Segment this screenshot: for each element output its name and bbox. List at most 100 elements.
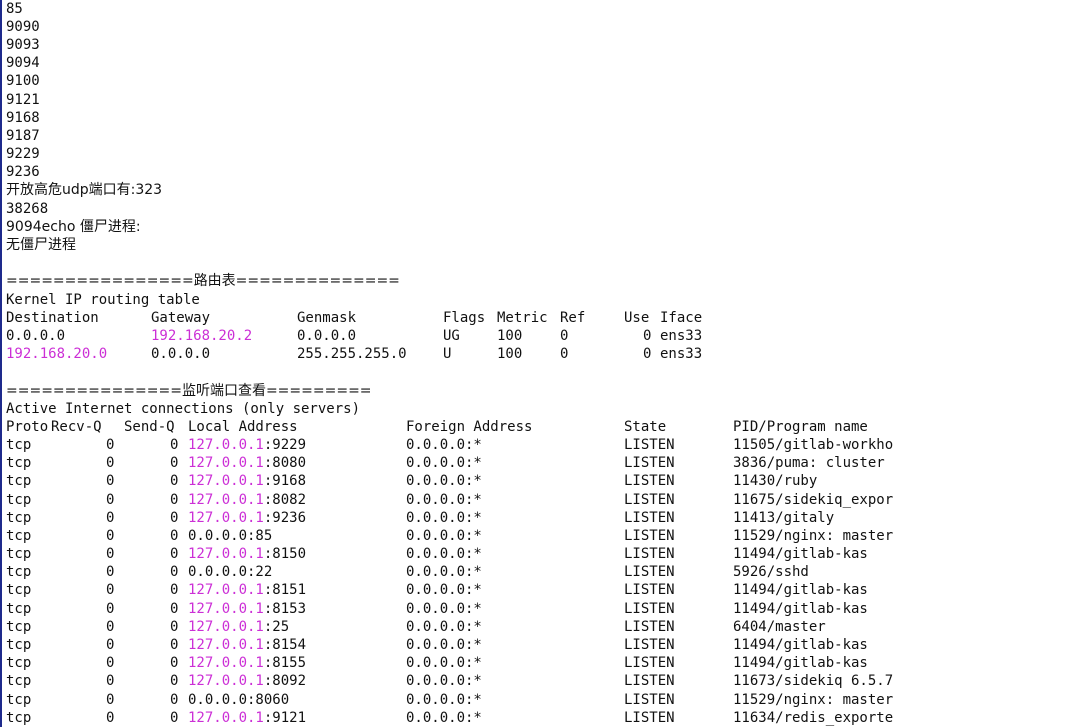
listen-local-ip: 127.0.0.1 bbox=[188, 637, 264, 653]
listen-proto: tcp bbox=[6, 528, 32, 544]
listen-program: 11494/gitlab-kas bbox=[733, 637, 868, 653]
listen-sendq: 0 bbox=[170, 710, 179, 726]
listen-program: 11529/nginx: master bbox=[733, 528, 894, 544]
listen-foreign-address: 0.0.0.0:* bbox=[406, 455, 482, 471]
port-line: 9121 bbox=[6, 92, 40, 108]
listen-foreign-address: 0.0.0.0:* bbox=[406, 546, 482, 562]
listen-state: LISTEN bbox=[624, 582, 675, 598]
listen-sendq: 0 bbox=[170, 601, 179, 617]
listen-local-port: :8092 bbox=[263, 673, 307, 689]
listen-header-sendq: Send-Q bbox=[124, 419, 175, 435]
listen-state: LISTEN bbox=[624, 710, 675, 726]
listen-recvq: 0 bbox=[106, 510, 115, 526]
listen-program: 11529/nginx: master bbox=[733, 692, 894, 708]
listen-recvq: 0 bbox=[106, 637, 115, 653]
listen-sendq: 0 bbox=[170, 455, 179, 471]
listen-foreign-address: 0.0.0.0:* bbox=[406, 692, 482, 708]
route-iface: ens33 bbox=[660, 346, 703, 362]
listen-recvq: 0 bbox=[106, 528, 115, 544]
listen-recvq: 0 bbox=[106, 455, 115, 471]
listen-local-ip: 127.0.0.1 bbox=[188, 673, 264, 689]
port-line: 9090 bbox=[6, 19, 40, 35]
port-line: 9168 bbox=[6, 110, 40, 126]
listen-recvq: 0 bbox=[106, 601, 115, 617]
listen-state: LISTEN bbox=[624, 637, 675, 653]
listen-foreign-address: 0.0.0.0:* bbox=[406, 710, 482, 726]
listen-sendq: 0 bbox=[170, 473, 179, 489]
route-header-ref: Ref bbox=[560, 310, 586, 326]
port-line: 9093 bbox=[6, 37, 40, 53]
listen-local-ip: 127.0.0.1 bbox=[188, 619, 264, 635]
listen-state: LISTEN bbox=[624, 655, 675, 671]
listen-foreign-address: 0.0.0.0:* bbox=[406, 637, 482, 653]
listen-sendq: 0 bbox=[170, 546, 179, 562]
listen-foreign-address: 0.0.0.0:* bbox=[406, 619, 482, 635]
zombie-process-line: 9094echo 僵尸进程: bbox=[6, 219, 141, 235]
listen-sendq: 0 bbox=[170, 437, 179, 453]
route-banner: ================路由表============== bbox=[6, 273, 400, 289]
listen-local-port: :8150 bbox=[263, 546, 307, 562]
terminal-output[interactable]: 85 9090 9093 9094 9100 9121 9168 9187 92… bbox=[0, 0, 1080, 727]
route-header-flags: Flags bbox=[443, 310, 486, 326]
listen-recvq: 0 bbox=[106, 710, 115, 726]
listen-local-port: :9121 bbox=[263, 710, 307, 726]
listen-local-ip: 127.0.0.1 bbox=[188, 455, 264, 471]
listen-local-ip: 127.0.0.1 bbox=[188, 546, 264, 562]
listen-header-recvq: Recv-Q bbox=[51, 419, 102, 435]
route-use: 0 bbox=[643, 328, 652, 344]
listen-recvq: 0 bbox=[106, 673, 115, 689]
listen-program: 11413/gitaly bbox=[733, 510, 835, 526]
listen-header-local-address: Local Address bbox=[188, 419, 298, 435]
listen-recvq: 0 bbox=[106, 546, 115, 562]
listen-proto: tcp bbox=[6, 582, 32, 598]
port-line: 85 bbox=[6, 1, 23, 17]
listen-state: LISTEN bbox=[624, 601, 675, 617]
listen-foreign-address: 0.0.0.0:* bbox=[406, 528, 482, 544]
listen-foreign-address: 0.0.0.0:* bbox=[406, 582, 482, 598]
listen-local-port: :9229 bbox=[263, 437, 307, 453]
listen-title: Active Internet connections (only server… bbox=[6, 401, 361, 417]
listen-local-port: 0.0.0.0:85 bbox=[188, 528, 273, 544]
listen-local-ip: 127.0.0.1 bbox=[188, 601, 264, 617]
route-flags: U bbox=[443, 346, 452, 362]
route-destination: 0.0.0.0 bbox=[6, 328, 66, 344]
listen-sendq: 0 bbox=[170, 528, 179, 544]
route-gateway: 192.168.20.2 bbox=[151, 328, 253, 344]
route-flags: UG bbox=[443, 328, 460, 344]
route-ref: 0 bbox=[560, 328, 569, 344]
listen-proto: tcp bbox=[6, 655, 32, 671]
listen-local-port: :8153 bbox=[263, 601, 307, 617]
route-header-gateway: Gateway bbox=[151, 310, 211, 326]
listen-recvq: 0 bbox=[106, 655, 115, 671]
route-ref: 0 bbox=[560, 346, 569, 362]
listen-local-ip: 127.0.0.1 bbox=[188, 437, 264, 453]
route-header-use: Use bbox=[624, 310, 650, 326]
listen-recvq: 0 bbox=[106, 619, 115, 635]
listen-recvq: 0 bbox=[106, 492, 115, 508]
listen-local-ip: 127.0.0.1 bbox=[188, 492, 264, 508]
listen-local-port: :8082 bbox=[263, 492, 307, 508]
listen-program: 11505/gitlab-workho bbox=[733, 437, 894, 453]
cursor-bar bbox=[0, 0, 2, 727]
listen-local-port: 0.0.0.0:22 bbox=[188, 564, 273, 580]
route-header-iface: Iface bbox=[660, 310, 703, 326]
listen-proto: tcp bbox=[6, 601, 32, 617]
listen-program: 11673/sidekiq 6.5.7 bbox=[733, 673, 894, 689]
no-zombie-line: 无僵尸进程 bbox=[6, 237, 76, 253]
route-row: 192.168.20.0 0.0.0.0 255.255.255.0 U 100… bbox=[6, 345, 702, 363]
listen-program: 11494/gitlab-kas bbox=[733, 582, 868, 598]
listen-header-state: State bbox=[624, 419, 667, 435]
route-header-metric: Metric bbox=[497, 310, 548, 326]
listen-foreign-address: 0.0.0.0:* bbox=[406, 473, 482, 489]
listen-local-ip: 127.0.0.1 bbox=[188, 582, 264, 598]
listen-state: LISTEN bbox=[624, 692, 675, 708]
listen-state: LISTEN bbox=[624, 546, 675, 562]
route-title: Kernel IP routing table bbox=[6, 292, 200, 308]
listen-local-ip: 127.0.0.1 bbox=[188, 710, 264, 726]
listen-program: 11494/gitlab-kas bbox=[733, 655, 868, 671]
port-line: 9236 bbox=[6, 164, 40, 180]
route-genmask: 255.255.255.0 bbox=[297, 346, 407, 362]
listen-proto: tcp bbox=[6, 510, 32, 526]
listen-program: 11634/redis_exporte bbox=[733, 710, 894, 726]
listen-proto: tcp bbox=[6, 692, 32, 708]
